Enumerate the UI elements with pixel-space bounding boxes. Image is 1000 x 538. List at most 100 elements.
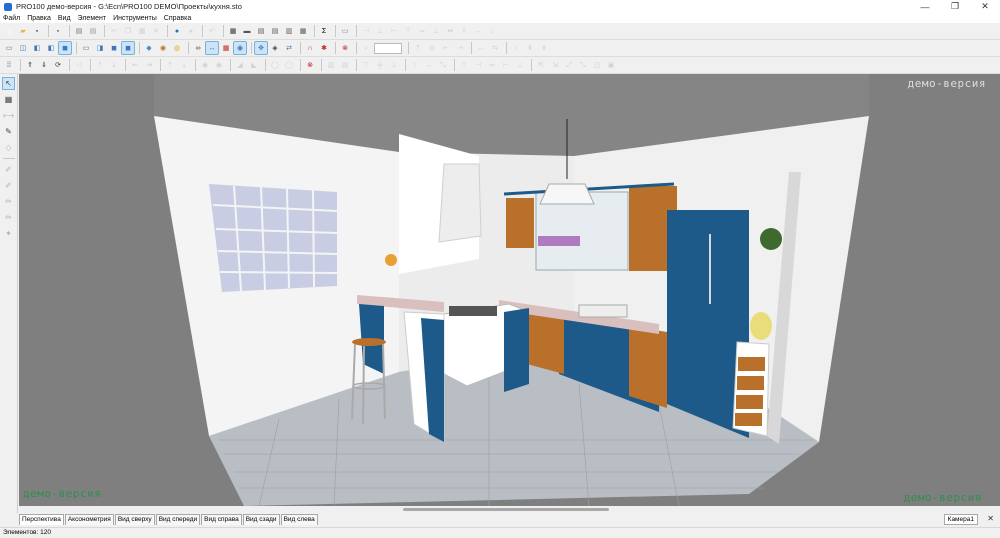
align-mid2-icon[interactable]: ═ xyxy=(486,59,498,71)
top-dist-icon[interactable]: ⊤ xyxy=(360,59,372,71)
collapse-icon[interactable]: ⇱ xyxy=(535,59,547,71)
menu-help[interactable]: Справка xyxy=(164,15,191,22)
eyedropper-icon[interactable]: ✎ xyxy=(2,125,15,138)
align-right2-icon[interactable]: ⊢ xyxy=(500,59,512,71)
hidden-line-icon[interactable]: ◨ xyxy=(94,42,106,54)
render-icon[interactable]: ● xyxy=(185,25,197,37)
sum-icon[interactable]: Σ xyxy=(318,25,330,37)
menu-element[interactable]: Элемент xyxy=(78,15,107,22)
cut-icon[interactable]: ✂ xyxy=(108,25,120,37)
menu-edit[interactable]: Правка xyxy=(27,15,51,22)
flip-left-icon[interactable]: ◢ xyxy=(234,59,246,71)
maximize-button[interactable]: ❐ xyxy=(940,0,970,13)
stop-icon[interactable]: ⊗ xyxy=(339,42,351,54)
open-folder-icon[interactable]: ▰ xyxy=(17,25,29,37)
fit2-icon[interactable]: ⤡ xyxy=(577,59,589,71)
tab-back-view[interactable]: Вид сзади xyxy=(242,514,280,525)
rotate-icon[interactable]: ◈ xyxy=(269,42,281,54)
select-arrow-icon[interactable]: ↖ xyxy=(2,77,15,90)
flip-icon[interactable]: ⇄ xyxy=(283,42,295,54)
move-icon[interactable]: ✥ xyxy=(254,41,268,55)
globe-icon[interactable]: ● xyxy=(171,25,183,37)
minimize-button[interactable]: — xyxy=(910,0,940,13)
down-arrow-icon[interactable]: ⇓ xyxy=(38,59,50,71)
up-arrow-icon[interactable]: ⇑ xyxy=(24,59,36,71)
save-icon[interactable]: ▪ xyxy=(31,25,43,37)
move-eye-icon[interactable]: ◎ xyxy=(426,42,438,54)
stretch-down-icon[interactable]: ⇟ xyxy=(538,42,550,54)
material-icon[interactable]: ◉ xyxy=(157,42,169,54)
catalog-icon[interactable]: ▤ xyxy=(269,25,281,37)
width-icon[interactable]: ↔ xyxy=(423,59,435,71)
tab-camera[interactable]: Камера1 xyxy=(943,514,978,525)
push-back-icon[interactable]: ⤒ xyxy=(164,59,176,71)
stretch-v-icon[interactable]: ↕ xyxy=(510,42,522,54)
zoom-field[interactable] xyxy=(374,42,402,54)
align-middle-icon[interactable]: ═ xyxy=(416,25,428,37)
library-icon[interactable]: ▤ xyxy=(255,25,267,37)
tab-axonometry[interactable]: Аксонометрия xyxy=(64,514,114,525)
tab-right-view[interactable]: Вид справа xyxy=(201,514,242,525)
panel-icon[interactable]: ▬ xyxy=(241,25,253,37)
align-left2-icon[interactable]: ⊣ xyxy=(472,59,484,71)
spread-v-icon[interactable]: ⇆ xyxy=(489,42,501,54)
3d-viewport[interactable]: демо-версия демо-версия демо-версия xyxy=(19,74,1000,506)
close-button[interactable]: ✕ xyxy=(970,0,1000,13)
push-front-icon[interactable]: ⤓ xyxy=(178,59,190,71)
materials-icon[interactable]: ▥ xyxy=(283,25,295,37)
eye2-icon[interactable]: ◉ xyxy=(213,59,225,71)
project-icon[interactable]: ▦ xyxy=(227,25,239,37)
same-height-icon[interactable]: ↕ xyxy=(486,25,498,37)
align-right-icon[interactable]: ⊢ xyxy=(388,25,400,37)
eye-icon[interactable]: ◉ xyxy=(199,59,211,71)
save-copy-icon[interactable]: ▪ xyxy=(52,25,64,37)
camera-close-icon[interactable]: ✕ xyxy=(987,514,994,524)
collision-icon[interactable]: ✱ xyxy=(318,42,330,54)
view-shade-icon[interactable]: ◧ xyxy=(31,42,43,54)
eraser-icon[interactable]: ◇ xyxy=(2,141,15,154)
align-center-icon[interactable]: ⊥ xyxy=(374,25,386,37)
menu-tools[interactable]: Инструменты xyxy=(113,15,157,22)
zoom-icon[interactable]: ⌕ xyxy=(360,42,372,54)
pencil-icon[interactable]: ✏ xyxy=(2,195,15,208)
report-icon[interactable]: ▦ xyxy=(297,25,309,37)
tab-perspective[interactable]: Перспектива xyxy=(19,514,64,525)
wire-icon[interactable]: ▭ xyxy=(80,42,92,54)
expand-icon[interactable]: ⇲ xyxy=(549,59,561,71)
move-right-icon[interactable]: ⇢ xyxy=(454,42,466,54)
horizontal-scrollbar[interactable] xyxy=(19,506,1000,513)
paste-icon[interactable]: ▦ xyxy=(136,25,148,37)
new-file-icon[interactable]: ▯ xyxy=(3,25,15,37)
flip-right-icon[interactable]: ◣ xyxy=(248,59,260,71)
align-left-icon[interactable]: ⊣ xyxy=(360,25,372,37)
distribute-h-icon[interactable]: ⇹ xyxy=(444,25,456,37)
grid-icon[interactable]: ▦ xyxy=(220,42,232,54)
menu-file[interactable]: Файл xyxy=(3,15,20,22)
same-width-icon[interactable]: ↔ xyxy=(472,25,484,37)
menu-view[interactable]: Вид xyxy=(58,15,71,22)
pencil2-icon[interactable]: ✏ xyxy=(2,211,15,224)
same-size-icon[interactable]: ▥ xyxy=(325,59,337,71)
magnet-icon[interactable]: ∩ xyxy=(304,42,316,54)
print-icon[interactable]: ▤ xyxy=(73,25,85,37)
view-iso-icon[interactable]: ◫ xyxy=(17,42,29,54)
fit3-icon[interactable]: ◫ xyxy=(591,59,603,71)
fit-icon[interactable]: ⤢ xyxy=(563,59,575,71)
align-bottom-icon[interactable]: ⊥ xyxy=(430,25,442,37)
mirror-icon[interactable]: ◁ xyxy=(73,59,85,71)
show-icon[interactable]: ◯ xyxy=(283,59,295,71)
brush2-icon[interactable]: ✐ xyxy=(2,179,15,192)
measure-icon[interactable]: ⟷ xyxy=(2,109,15,122)
scrollbar-thumb[interactable] xyxy=(403,508,609,511)
light-icon[interactable]: ◍ xyxy=(171,42,183,54)
texture-icon[interactable]: ✦ xyxy=(2,227,15,240)
hide-icon[interactable]: ◯ xyxy=(269,59,281,71)
brush-icon[interactable]: ✐ xyxy=(2,163,15,176)
stop2-icon[interactable]: ⊗ xyxy=(304,59,316,71)
mid-dist-icon[interactable]: ╪ xyxy=(374,59,386,71)
tab-front-view[interactable]: Вид спереди xyxy=(155,514,201,525)
depth-icon[interactable]: ⤡ xyxy=(437,59,449,71)
cube-icon[interactable]: ◆ xyxy=(143,42,155,54)
spread-h-icon[interactable]: ↔ xyxy=(475,42,487,54)
bottom-dist-icon[interactable]: ⊥ xyxy=(388,59,400,71)
